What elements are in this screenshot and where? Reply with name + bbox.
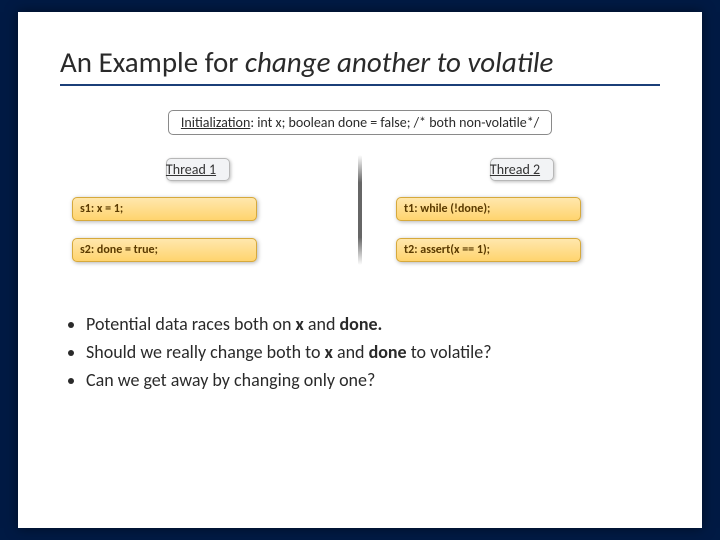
initialization-label: Initialization — [181, 114, 250, 131]
threads-diagram: Thread 1 Thread 2 s1: x = 1; t1: while (… — [72, 155, 648, 265]
title-divider — [60, 84, 660, 86]
thread1-header: Thread 1 — [166, 158, 230, 181]
slide-title: An Example for change another to volatil… — [60, 44, 660, 80]
bullet-1: Potential data races both on x and done. — [86, 311, 660, 337]
slide: An Example for change another to volatil… — [18, 12, 702, 528]
bullet-1-mid: and — [304, 313, 340, 335]
bullet-2-post: to volatile? — [407, 341, 492, 363]
title-prefix: An Example for — [60, 44, 245, 80]
bullet-1-pre: Potential data races both on — [86, 313, 296, 335]
thread2-header: Thread 2 — [490, 158, 554, 181]
title-italic: change another to volatile — [245, 44, 554, 80]
thread1-s1: s1: x = 1; — [72, 197, 257, 221]
thread2-t1: t1: while (!done); — [396, 197, 581, 221]
bullet-3-pre: Can we get away by changing only one? — [86, 369, 375, 391]
bullet-2-b2: done — [369, 341, 407, 363]
initialization-box: Initialization: int x; boolean done = fa… — [168, 110, 552, 135]
initialization-code: : int x; boolean done = false; /* both n… — [250, 114, 539, 131]
bullet-1-b2: done. — [339, 313, 382, 335]
bullet-2-b1: x — [325, 341, 333, 363]
bullet-2-pre: Should we really change both to — [86, 341, 325, 363]
thread2-t2: t2: assert(x == 1); — [396, 238, 581, 262]
bullet-1-b1: x — [296, 313, 304, 335]
bullet-3: Can we get away by changing only one? — [86, 367, 660, 393]
bullet-2: Should we really change both to x and do… — [86, 339, 660, 365]
thread-separator — [358, 155, 362, 265]
bullet-list: Potential data races both on x and done.… — [60, 311, 660, 393]
thread1-s2: s2: done = true; — [72, 238, 257, 262]
bullet-2-mid: and — [333, 341, 369, 363]
